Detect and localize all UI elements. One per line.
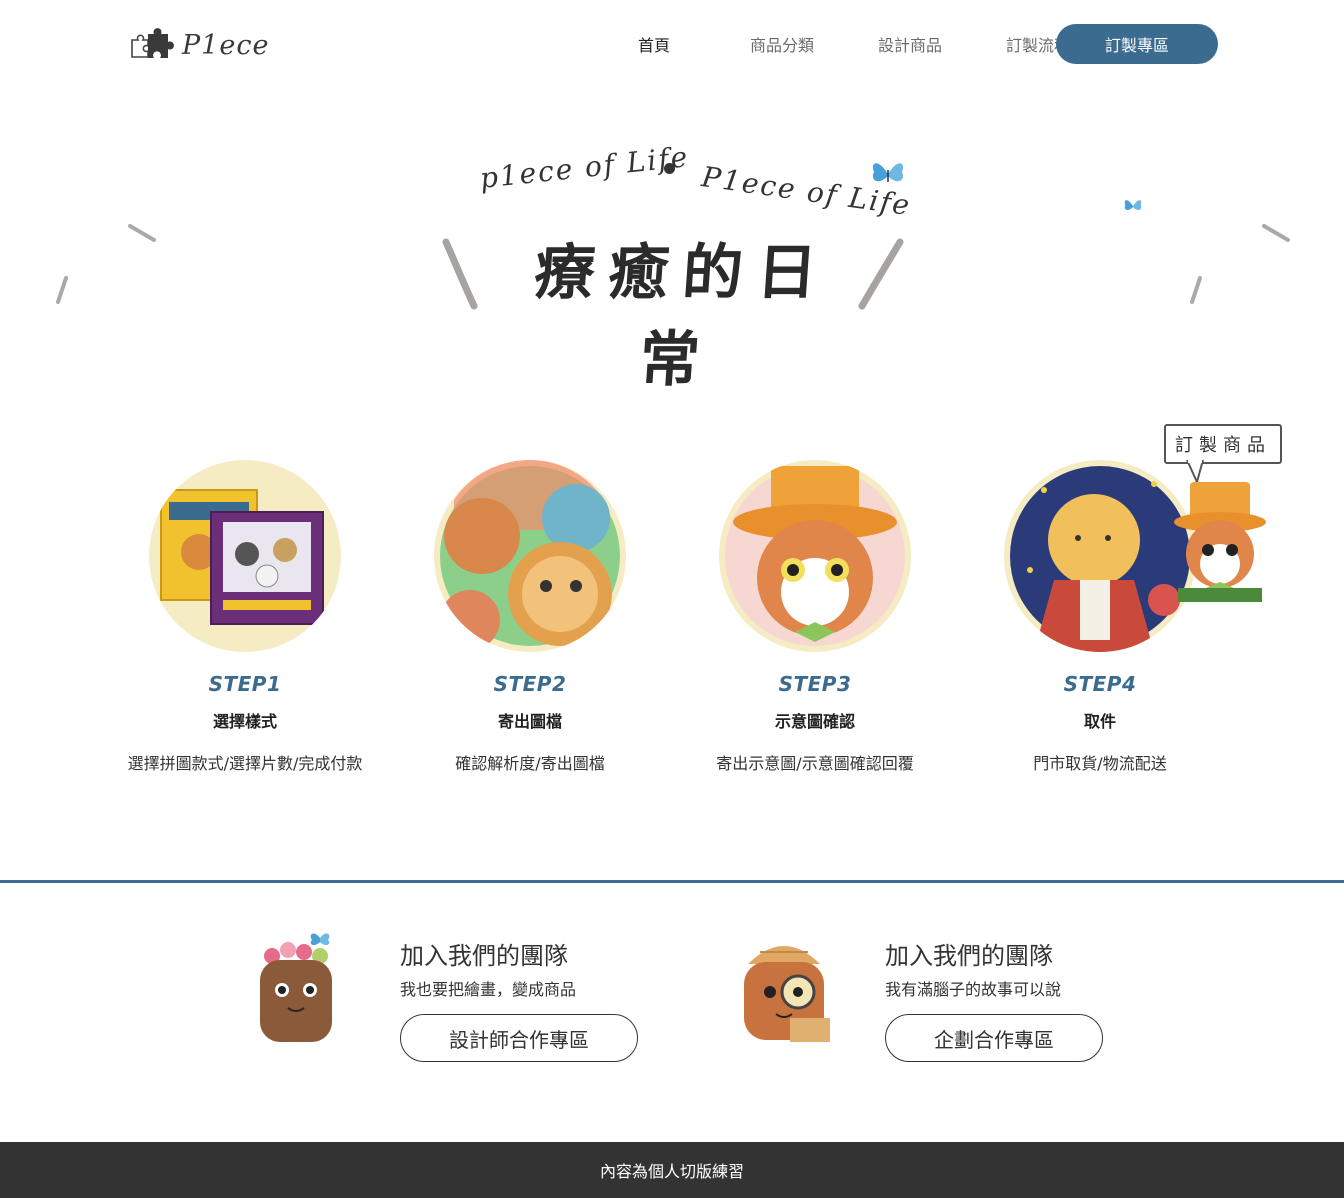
footer-text: 內容為個人切版練習 [599, 1162, 744, 1181]
puzzle-logo-icon [131, 28, 174, 58]
step-desc: 確認解析度/寄出圖檔 [455, 754, 605, 773]
step-title: 選擇樣式 [212, 712, 277, 731]
step-card: STEP2 寄出圖檔 確認解析度/寄出圖檔 [385, 460, 675, 774]
join-subtitle: 我也要把繪畫，變成商品 [400, 980, 577, 999]
step-card: STEP3 示意圖確認 寄出示意圖/示意圖確認回覆 [670, 460, 960, 774]
nav-design-products[interactable]: 設計商品 [846, 32, 974, 56]
section-divider [0, 880, 1344, 883]
brush-stroke-decor [1262, 224, 1290, 242]
join-planner: 加入我們的團隊 我有滿腦子的故事可以說 企劃合作專區 [730, 930, 1110, 1070]
hero-title: 療癒的日常 [532, 238, 834, 395]
step-desc: 選擇拼圖款式/選擇片數/完成付款 [127, 754, 363, 773]
logo[interactable]: P1ece [128, 26, 269, 64]
designer-partner-button[interactable]: 設計師合作專區 [400, 1014, 638, 1062]
site-header: P1ece 首頁 商品分類 設計商品 訂製流程 訂製專區 [0, 0, 1344, 90]
nav-categories[interactable]: 商品分類 [718, 32, 846, 56]
tagline-dot [664, 163, 675, 174]
brush-stroke-decor [128, 224, 156, 242]
step-label: STEP2 [493, 672, 567, 696]
step-title: 示意圖確認 [774, 712, 855, 731]
step-image [434, 460, 626, 652]
hero: p1ece of Life P1ece of Life 療癒的日常 [0, 90, 1344, 395]
small-butterfly-icon [1124, 200, 1142, 210]
puzzle-box-icon [160, 489, 324, 625]
top-hat-cat-icon [1174, 482, 1266, 602]
brush-stroke-left [442, 238, 478, 310]
main-nav: 首頁 商品分類 設計商品 訂製流程 [590, 24, 1102, 64]
step-image [719, 460, 911, 652]
join-subtitle: 我有滿腦子的故事可以說 [885, 980, 1062, 999]
prince-cat-icon [1010, 466, 1190, 652]
join-designer: 加入我們的團隊 我也要把繪畫，變成商品 設計師合作專區 [246, 930, 646, 1070]
brush-stroke-decor [56, 276, 68, 304]
join-title: 加入我們的團隊 [885, 942, 1053, 970]
logo-text: P1ece [182, 29, 270, 61]
brush-stroke-decor [1190, 276, 1202, 304]
step-desc: 寄出示意圖/示意圖確認回覆 [716, 754, 914, 773]
step-image [1004, 460, 1196, 652]
site-footer: 內容為個人切版練習 [0, 1142, 1344, 1198]
flower-cat-avatar-icon [260, 933, 332, 1042]
step-title: 取件 [1083, 712, 1116, 731]
order-steps: STEP1 選擇樣式 選擇拼圖款式/選擇片數/完成付款 STEP2 寄出圖檔 確… [0, 460, 1344, 780]
step-card: STEP1 選擇樣式 選擇拼圖款式/選擇片數/完成付款 [100, 460, 390, 774]
planner-partner-button[interactable]: 企劃合作專區 [885, 1014, 1103, 1062]
detective-cat-avatar-icon [744, 946, 830, 1042]
step-label: STEP3 [778, 672, 852, 696]
step-image [149, 460, 341, 652]
step-label: STEP4 [1063, 672, 1137, 696]
step-title: 寄出圖檔 [497, 712, 562, 731]
cats-illustration-icon [440, 460, 620, 650]
custom-product-bubble: 訂製商品 [1164, 424, 1282, 464]
custom-zone-button[interactable]: 訂製專區 [1056, 24, 1218, 64]
nav-home[interactable]: 首頁 [590, 32, 718, 56]
butterfly-icon [872, 163, 904, 182]
hat-cat-icon [725, 466, 905, 646]
hero-tagline-left: p1ece of Life [478, 140, 691, 195]
join-title: 加入我們的團隊 [400, 942, 568, 970]
step-desc: 門市取貨/物流配送 [1033, 754, 1167, 773]
step-label: STEP1 [208, 672, 282, 696]
